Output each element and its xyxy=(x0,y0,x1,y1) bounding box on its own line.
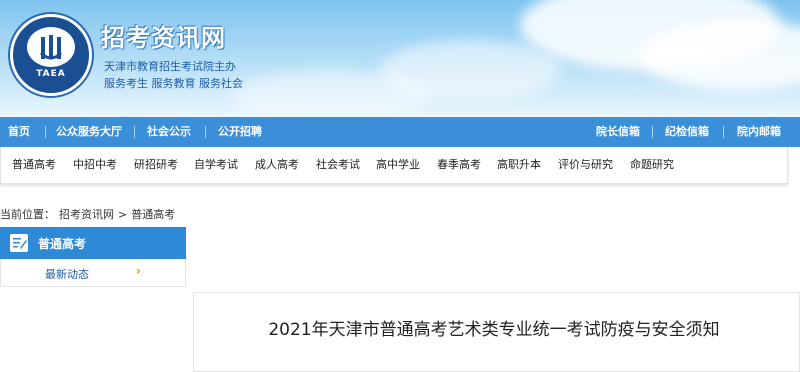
topnav-internal-mailbox[interactable]: 院内邮箱 xyxy=(737,117,781,147)
breadcrumb-separator: > xyxy=(118,208,128,221)
subnav-item-spring-gaokao[interactable]: 春季高考 xyxy=(437,156,481,172)
article-panel: 2021年天津市普通高考艺术类专业统一考试防疫与安全须知 xyxy=(193,292,800,372)
topnav-public-service-hall[interactable]: 公众服务大厅 xyxy=(56,117,122,147)
article-title: 2021年天津市普通高考艺术类专业统一考试防疫与安全须知 xyxy=(268,320,720,340)
site-subtitle-organizer: 天津市教育招生考试院主办 xyxy=(104,60,236,73)
nav-divider xyxy=(45,126,46,138)
topnav-discipline-mailbox[interactable]: 纪检信箱 xyxy=(665,117,709,147)
logo-mark-icon xyxy=(39,35,63,60)
breadcrumb-home-link[interactable]: 招考资讯网 xyxy=(59,208,114,221)
subnav-item-gaokao[interactable]: 普通高考 xyxy=(12,156,56,172)
breadcrumb: 当前位置： 招考资讯网 > 普通高考 xyxy=(0,206,179,222)
breadcrumb-prefix: 当前位置： xyxy=(0,208,55,221)
sidebar-header: 普通高考 xyxy=(0,227,186,259)
subnav-item-chengkao[interactable]: 成人高考 xyxy=(255,156,299,172)
subnav-item-evaluation[interactable]: 评价与研究 xyxy=(558,156,613,172)
subnav-item-mingti[interactable]: 命题研究 xyxy=(630,156,674,172)
site-slogan: 服务考生 服务教育 服务社会 xyxy=(104,77,243,90)
sidebar-item-label: 最新动态 xyxy=(45,268,89,281)
sidebar-item-latest-news[interactable]: 最新动态 › xyxy=(0,259,186,287)
edit-note-icon xyxy=(10,234,28,252)
subnav-item-zhongkao[interactable]: 中招中考 xyxy=(73,156,117,172)
topnav-president-mailbox[interactable]: 院长信箱 xyxy=(596,117,640,147)
logo-text: TAEA xyxy=(36,69,66,79)
cloud-decoration xyxy=(230,70,430,117)
subnav-item-gaozhi[interactable]: 高职升本 xyxy=(497,156,541,172)
subnav-item-zikao[interactable]: 自学考试 xyxy=(194,156,238,172)
subnav-item-xueye[interactable]: 高中学业 xyxy=(376,156,420,172)
nav-divider xyxy=(652,126,653,138)
nav-divider xyxy=(723,126,724,138)
chevron-right-icon: › xyxy=(136,264,141,278)
nav-divider xyxy=(205,126,206,138)
subnav-item-social-exam[interactable]: 社会考试 xyxy=(316,156,360,172)
site-title: 招考资讯网 xyxy=(101,24,226,52)
header-banner: TAEA 招考资讯网 天津市教育招生考试院主办 服务考生 服务教育 服务社会 xyxy=(0,0,800,117)
sidebar-title: 普通高考 xyxy=(38,237,87,251)
topnav-public-notice[interactable]: 社会公示 xyxy=(147,117,191,147)
nav-divider xyxy=(134,126,135,138)
category-nav: 普通高考 中招中考 研招研考 自学考试 成人高考 社会考试 高中学业 春季高考 … xyxy=(0,147,788,184)
top-nav: 首页 公众服务大厅 社会公示 公开招聘 院长信箱 纪检信箱 院内邮箱 xyxy=(0,117,800,147)
breadcrumb-current[interactable]: 普通高考 xyxy=(131,208,175,221)
subnav-item-yankao[interactable]: 研招研考 xyxy=(134,156,178,172)
site-logo[interactable]: TAEA xyxy=(10,14,92,96)
topnav-home[interactable]: 首页 xyxy=(8,117,30,147)
topnav-recruitment[interactable]: 公开招聘 xyxy=(218,117,262,147)
